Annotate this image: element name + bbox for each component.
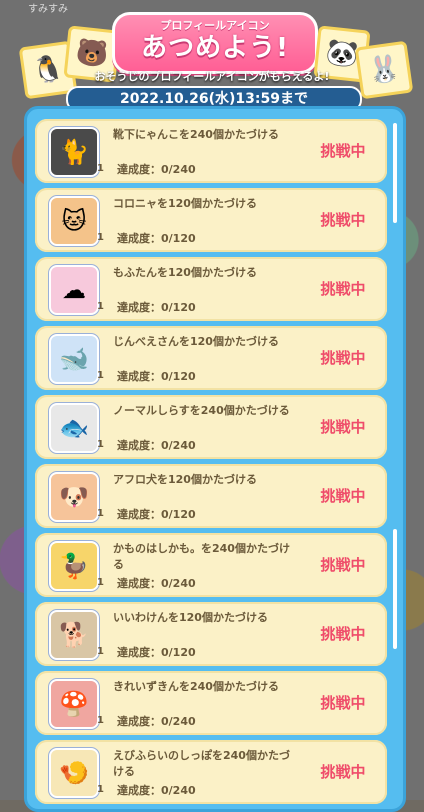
scrollbar-thumb-lower[interactable] <box>393 529 397 649</box>
title-main: あつめよう! <box>141 33 289 63</box>
mission-row[interactable]: 🦆 1 かものはしかも。を240個かたづける 達成度：0/240 挑戦中 <box>35 533 387 597</box>
mission-row[interactable]: 🐋 1 じんべえさんを120個かたづける 達成度：0/120 挑戦中 <box>35 326 387 390</box>
mission-text: かものはしかも。を240個かたづける <box>113 542 290 571</box>
kireizukin-icon: 🍄 <box>49 679 99 729</box>
shirasu-icon: 🐟 <box>49 403 99 453</box>
mission-progress: 達成度：0/240 <box>117 715 196 728</box>
reward-qty: 1 <box>97 439 104 450</box>
mission-row[interactable]: ☁ 1 もふたんを120個かたづける 達成度：0/120 挑戦中 <box>35 257 387 321</box>
mission-row[interactable]: 🐶 1 アフロ犬を120個かたづける 達成度：0/120 挑戦中 <box>35 464 387 528</box>
reward-qty: 1 <box>97 163 104 174</box>
title-sub: プロフィールアイコン <box>160 19 270 32</box>
status-challenging[interactable]: 挑戦中 <box>309 758 377 786</box>
mission-row[interactable]: 🍄 1 きれいずきんを240個かたづける 達成度：0/240 挑戦中 <box>35 671 387 735</box>
mission-progress: 達成度：0/240 <box>117 784 196 797</box>
mission-text: ノーマルしらすを240個かたづける <box>113 404 290 417</box>
status-challenging[interactable]: 挑戦中 <box>309 413 377 441</box>
mission-list[interactable]: 🐈 1 靴下にゃんこを240個かたづける 達成度：0/240 挑戦中 🐱 1 コ… <box>35 119 387 809</box>
reward-qty: 1 <box>97 508 104 519</box>
scrollbar-thumb[interactable] <box>393 123 397 223</box>
mission-text: コロニャを120個かたづける <box>113 197 257 210</box>
mission-progress: 達成度：0/120 <box>117 646 196 659</box>
reward-qty: 1 <box>97 715 104 726</box>
jinbe-icon: 🐋 <box>49 334 99 384</box>
mission-row[interactable]: 🐟 1 ノーマルしらすを240個かたづける 達成度：0/240 挑戦中 <box>35 395 387 459</box>
mission-progress: 達成度：0/120 <box>117 508 196 521</box>
status-challenging[interactable]: 挑戦中 <box>309 620 377 648</box>
mission-text: アフロ犬を120個かたづける <box>113 473 257 486</box>
mission-progress: 達成度：0/240 <box>117 439 196 452</box>
mission-row[interactable]: 🐱 1 コロニャを120個かたづける 達成度：0/120 挑戦中 <box>35 188 387 252</box>
mission-row[interactable]: 🐈 1 靴下にゃんこを240個かたづける 達成度：0/240 挑戦中 <box>35 119 387 183</box>
mofutan-icon: ☁ <box>49 265 99 315</box>
reward-qty: 1 <box>97 232 104 243</box>
afro-dog-icon: 🐶 <box>49 472 99 522</box>
mission-progress: 達成度：0/240 <box>117 163 196 176</box>
reward-qty: 1 <box>97 784 104 795</box>
mission-text: じんべえさんを120個かたづける <box>113 335 279 348</box>
mission-text: もふたんを120個かたづける <box>113 266 257 279</box>
reward-qty: 1 <box>97 577 104 588</box>
status-challenging[interactable]: 挑戦中 <box>309 344 377 372</box>
koronya-icon: 🐱 <box>49 196 99 246</box>
iiwaken-icon: 🐕 <box>49 610 99 660</box>
subtitle: おそうじのプロフィールアイコンがもらえるよ! <box>94 70 330 83</box>
reward-qty: 1 <box>97 301 104 312</box>
reward-qty: 1 <box>97 370 104 381</box>
title-banner: プロフィールアイコン あつめよう! <box>112 12 318 74</box>
status-challenging[interactable]: 挑戦中 <box>309 137 377 165</box>
mission-progress: 達成度：0/120 <box>117 370 196 383</box>
status-challenging[interactable]: 挑戦中 <box>309 206 377 234</box>
sock-cat-icon: 🐈 <box>49 127 99 177</box>
mission-row[interactable]: 🍤 1 えびふらいのしっぽを240個かたづける 達成度：0/240 挑戦中 <box>35 740 387 804</box>
kamonohashikamo-icon: 🦆 <box>49 541 99 591</box>
mission-progress: 達成度：0/240 <box>117 577 196 590</box>
ebi-fry-tail-icon: 🍤 <box>49 748 99 798</box>
mission-text: えびふらいのしっぽを240個かたづける <box>113 749 290 778</box>
mission-progress: 達成度：0/120 <box>117 232 196 245</box>
mission-panel[interactable]: 🐈 1 靴下にゃんこを240個かたづける 達成度：0/240 挑戦中 🐱 1 コ… <box>24 106 406 812</box>
status-challenging[interactable]: 挑戦中 <box>309 482 377 510</box>
status-challenging[interactable]: 挑戦中 <box>309 689 377 717</box>
reward-qty: 1 <box>97 646 104 657</box>
mission-row[interactable]: 🐕 1 いいわけんを120個かたづける 達成度：0/120 挑戦中 <box>35 602 387 666</box>
mission-text: 靴下にゃんこを240個かたづける <box>113 128 279 141</box>
mission-text: きれいずきんを240個かたづける <box>113 680 279 693</box>
mission-progress: 達成度：0/120 <box>117 301 196 314</box>
header: 🐧 🐻 プロフィールアイコン あつめよう! 🐼 🐰 おそうじのプロフィールアイコ… <box>0 0 424 112</box>
status-challenging[interactable]: 挑戦中 <box>309 275 377 303</box>
status-challenging[interactable]: 挑戦中 <box>309 551 377 579</box>
mission-text: いいわけんを120個かたづける <box>113 611 268 624</box>
